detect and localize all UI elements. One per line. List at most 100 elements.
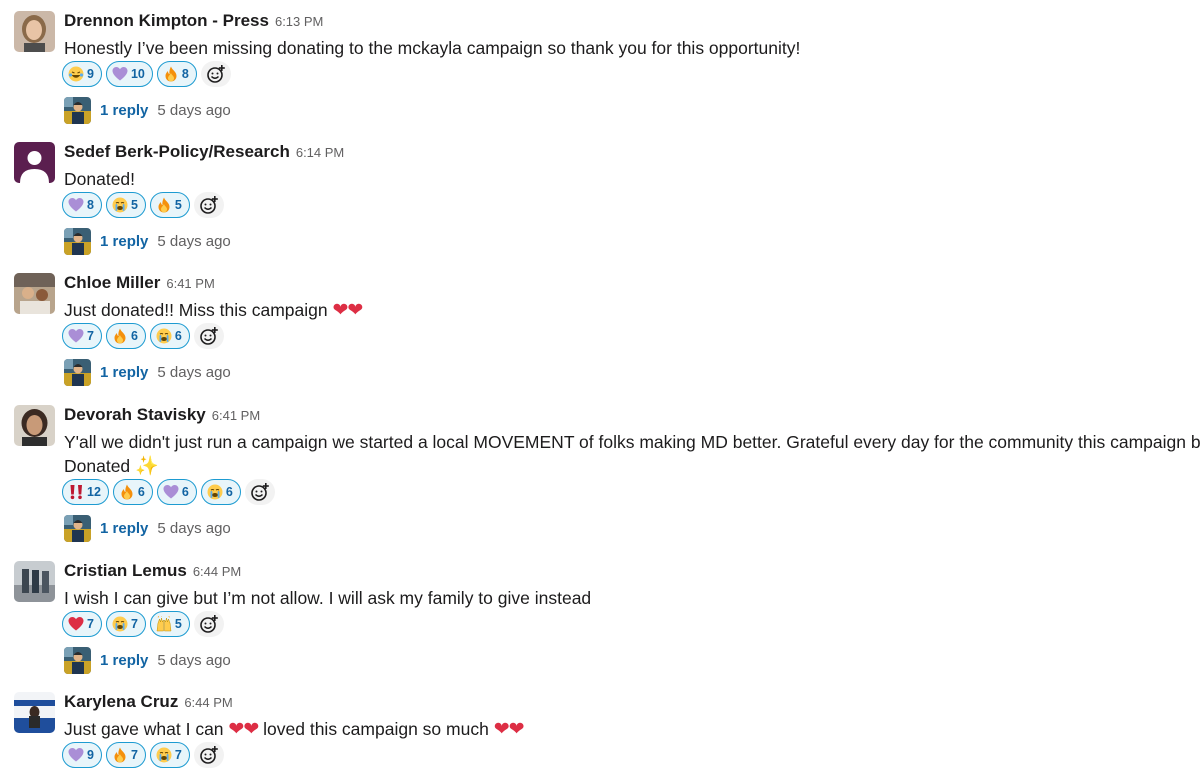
thread-replies[interactable]: 1 reply 5 days ago — [64, 97, 231, 124]
loudly-crying-emoji-icon — [112, 197, 128, 213]
add-reaction-button[interactable] — [200, 61, 231, 87]
double-exclamation-emoji-icon — [68, 484, 84, 500]
message[interactable]: Cristian Lemus 6:44 PM I wish I can give … — [0, 561, 1200, 676]
avatar[interactable] — [14, 11, 55, 52]
reply-avatar — [64, 228, 91, 255]
reaction-pill[interactable]: 7 — [105, 742, 146, 768]
reaction-count: 7 — [130, 748, 138, 762]
reaction-count: 6 — [130, 329, 138, 343]
thread-replies[interactable]: 1 reply 5 days ago — [64, 228, 231, 255]
purple-heart-emoji-icon — [68, 328, 84, 344]
message-header: Chloe Miller 6:41 PM — [64, 273, 215, 295]
message-text-body: Donated — [64, 456, 131, 476]
add-reaction-icon — [199, 326, 219, 346]
reaction-pill[interactable]: 6 — [149, 323, 190, 349]
add-reaction-button[interactable] — [244, 479, 275, 505]
reaction-pill[interactable]: 5 — [149, 192, 190, 218]
reaction-count: 7 — [130, 617, 138, 631]
reaction-pill[interactable]: 5 — [149, 611, 190, 637]
thread-replies[interactable]: 1 reply 5 days ago — [64, 515, 231, 542]
avatar[interactable] — [14, 405, 55, 446]
reaction-count: 9 — [87, 67, 94, 81]
message-header: Cristian Lemus 6:44 PM — [64, 561, 241, 583]
add-reaction-button[interactable] — [193, 611, 224, 637]
add-reaction-button[interactable] — [193, 742, 224, 768]
message-header: Devorah Stavisky 6:41 PM — [64, 405, 260, 427]
reaction-count: 12 — [87, 485, 101, 499]
author-name[interactable]: Chloe Miller — [64, 273, 160, 292]
reaction-count: 6 — [174, 329, 182, 343]
avatar[interactable] — [14, 273, 55, 314]
reaction-pill[interactable]: 7 — [149, 742, 190, 768]
reaction-count: 5 — [174, 617, 182, 631]
timestamp[interactable]: 6:13 PM — [275, 14, 323, 29]
message[interactable]: Drennon Kimpton - Press 6:13 PM Honestly … — [0, 11, 1200, 126]
message-text: Honestly I’ve been missing donating to t… — [64, 38, 801, 58]
reply-count-link[interactable]: 1 reply — [100, 364, 148, 381]
timestamp[interactable]: 6:41 PM — [166, 276, 214, 291]
avatar[interactable] — [14, 142, 55, 183]
message[interactable]: Karylena Cruz 6:44 PM Just gave what I ca… — [0, 692, 1200, 772]
reply-avatar — [64, 647, 91, 674]
purple-heart-emoji-icon — [68, 197, 84, 213]
reply-count-link[interactable]: 1 reply — [100, 102, 148, 119]
laughing-crying-emoji-icon — [68, 66, 84, 82]
reaction-count: 8 — [181, 67, 189, 81]
reaction-pill[interactable]: 6 — [105, 323, 146, 349]
reaction-pill[interactable]: 6 — [200, 479, 241, 505]
thread-replies[interactable]: 1 reply 5 days ago — [64, 359, 231, 386]
add-reaction-icon — [199, 195, 219, 215]
reaction-pill[interactable]: 7 — [105, 611, 146, 637]
reaction-pill[interactable]: 6 — [112, 479, 153, 505]
reaction-pill[interactable]: 10 — [105, 61, 153, 87]
reaction-pill[interactable]: 9 — [62, 61, 102, 87]
timestamp[interactable]: 6:44 PM — [193, 564, 241, 579]
reaction-count: 5 — [174, 198, 182, 212]
message-text-line: Donated ✨ — [64, 454, 1200, 478]
reactions-bar: 7 7 5 — [62, 611, 224, 637]
avatar[interactable] — [14, 692, 55, 733]
purple-heart-emoji-icon — [112, 66, 128, 82]
author-name[interactable]: Karylena Cruz — [64, 692, 178, 711]
reaction-pill[interactable]: 7 — [62, 323, 102, 349]
reaction-pill[interactable]: 6 — [156, 479, 197, 505]
author-name[interactable]: Drennon Kimpton - Press — [64, 11, 269, 30]
thread-replies[interactable]: 1 reply 5 days ago — [64, 647, 231, 674]
reaction-count: 5 — [130, 198, 138, 212]
reactions-bar: 7 6 6 — [62, 323, 224, 349]
message-text-line: Y'all we didn't just run a campaign we s… — [64, 432, 1200, 452]
add-reaction-icon — [199, 614, 219, 634]
reaction-pill[interactable]: 9 — [62, 742, 102, 768]
reaction-pill[interactable]: 5 — [105, 192, 146, 218]
message[interactable]: Sedef Berk-Policy/Research 6:14 PM Donate… — [0, 142, 1200, 257]
message-text: I wish I can give but I’m not allow. I w… — [64, 588, 592, 608]
message[interactable]: Devorah Stavisky 6:41 PM Y'all we didn't … — [0, 405, 1200, 543]
avatar[interactable] — [14, 561, 55, 602]
timestamp[interactable]: 6:41 PM — [212, 408, 260, 423]
reply-count-link[interactable]: 1 reply — [100, 233, 148, 250]
reaction-pill[interactable]: 8 — [156, 61, 197, 87]
message-text-body: Just donated!! Miss this campaign — [64, 300, 328, 320]
author-name[interactable]: Sedef Berk-Policy/Research — [64, 142, 290, 161]
reaction-pill[interactable]: 12 — [62, 479, 109, 505]
reaction-pill[interactable]: 7 — [62, 611, 102, 637]
fire-emoji-icon — [156, 197, 172, 213]
loudly-crying-emoji-icon — [112, 616, 128, 632]
add-reaction-button[interactable] — [193, 323, 224, 349]
reply-time: 5 days ago — [157, 652, 231, 669]
reply-count-link[interactable]: 1 reply — [100, 520, 148, 537]
timestamp[interactable]: 6:44 PM — [184, 695, 232, 710]
message-text-body: Just gave what I can — [64, 719, 224, 739]
timestamp[interactable]: 6:14 PM — [296, 145, 344, 160]
reaction-count: 8 — [87, 198, 94, 212]
author-name[interactable]: Devorah Stavisky — [64, 405, 206, 424]
reply-avatar — [64, 515, 91, 542]
reply-count-link[interactable]: 1 reply — [100, 652, 148, 669]
author-name[interactable]: Cristian Lemus — [64, 561, 187, 580]
red-hearts-emoji: ❤❤ — [332, 299, 363, 321]
message[interactable]: Chloe Miller 6:41 PM Just donated!! Miss … — [0, 273, 1200, 388]
reactions-bar: 9 10 8 — [62, 61, 231, 87]
reply-time: 5 days ago — [157, 364, 231, 381]
add-reaction-button[interactable] — [193, 192, 224, 218]
reaction-pill[interactable]: 8 — [62, 192, 102, 218]
